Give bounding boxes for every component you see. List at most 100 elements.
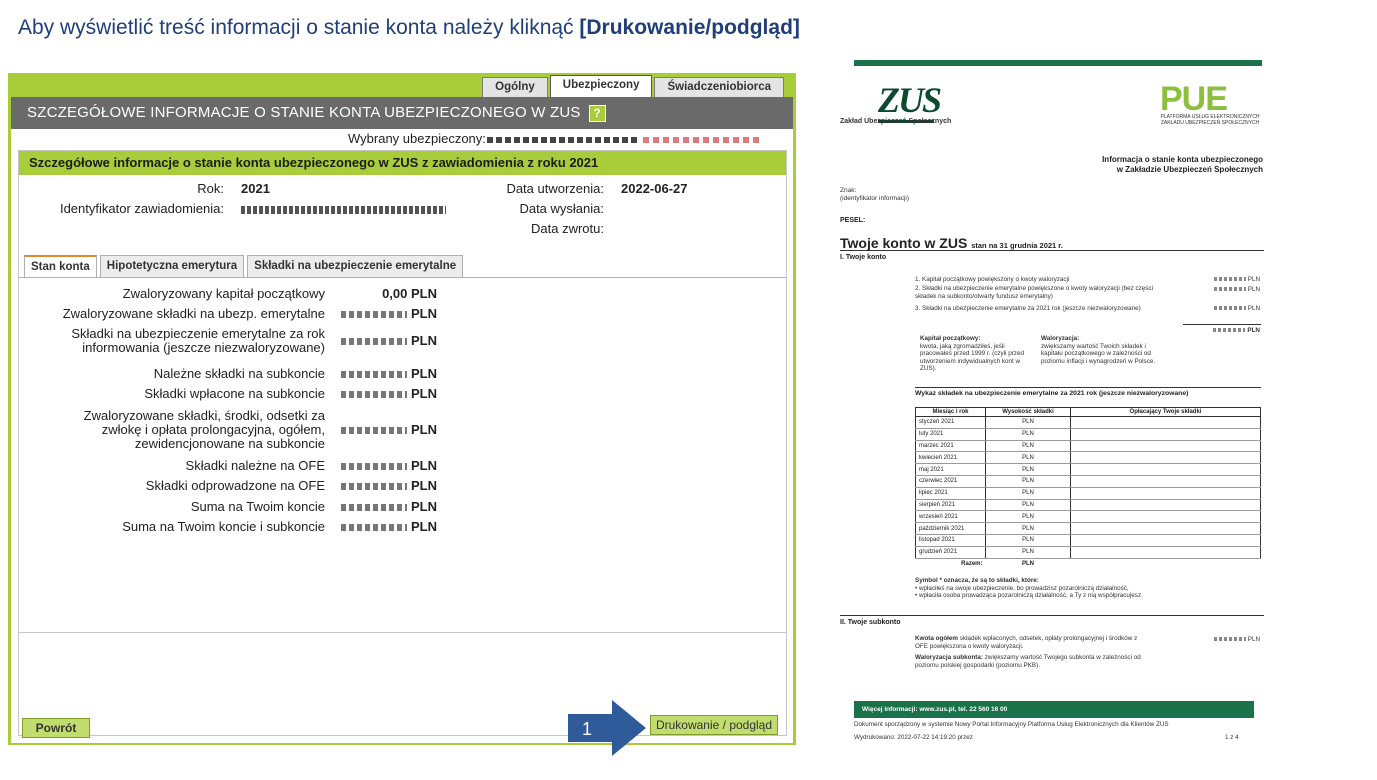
table-header: Miesiąc i rok [915,407,986,417]
tab-ubezpieczony[interactable]: Ubezpieczony [549,75,653,97]
pue-text: PLATFORMA USŁUG ELEKTRONICZNYCH ZAKŁADU … [1160,114,1260,126]
row-label: Suma na Twoim koncie i subkoncie [122,519,325,534]
app-content: SZCZEGÓŁOWE INFORMACJE O STANIE KONTA UB… [11,97,793,743]
table-row: lipiec 2021 PLN [915,487,1261,500]
row-label: Składki odprowadzone na OFE [145,478,325,493]
doc-znak: Znak: (identyfikator informacji) [840,187,909,202]
notification-id-label: Identyfikator zawiadomienia: [59,201,224,216]
account-app-window: Ogólny Ubezpieczony Świadczeniobiorca SZ… [8,73,796,745]
doc-divider [915,387,1261,388]
doc-kapital-note: Kapitał początkowy: kwota, jaką zgromadzi… [920,335,1024,372]
print-preview-button[interactable]: Drukowanie / podgląd [650,715,778,735]
doc-wykaz-title: Wykaz składek na ubezpieczenie emerytaln… [915,390,1189,397]
doc-header-title: Informacja o stanie konta ubezpieczonego… [1102,155,1263,174]
zus-logo: ZUS [878,80,942,120]
tab-ogolny[interactable]: Ogólny [482,77,548,97]
selected-insured-value-redacted [487,131,787,145]
doc-item-1: 1. Kapitał początkowy powiększony o kwot… [915,276,1070,283]
row-value: PLN [329,500,437,514]
back-button[interactable]: Powrót [22,718,90,738]
created-date-value: 2022-06-27 [621,181,688,196]
table-row: kwiecień 2021 PLN [915,451,1261,465]
notification-id-redacted [241,206,446,214]
doc-waloryzacja-note: Waloryzacja: zwiększamy wartość Twoich sk… [1041,335,1156,365]
doc-sum-value: PLN [1178,327,1260,334]
help-icon[interactable]: ? [588,104,606,122]
subtab-hipotetyczna-emerytura[interactable]: Hipotetyczna emerytura [99,255,245,277]
tab-swiadczeniobiorca[interactable]: Świadczeniobiorca [654,77,784,97]
row-value: PLN [329,307,437,321]
selected-insured-label: Wybrany ubezpieczony: [348,131,486,146]
row-value: PLN [329,459,437,473]
row-label: Suma na Twoim koncie [190,499,325,514]
row-value: PLN [329,387,437,401]
table-row: sierpień 2021 PLN [915,499,1261,512]
row-value: PLN [329,334,437,348]
table-row: wrzesień 2021 PLN [915,510,1261,524]
section-title: Szczegółowe informacje o stanie konta ub… [19,151,786,175]
rok-value: 2021 [241,181,270,196]
table-header: Wysokość składki [985,407,1071,417]
table-row-total: Razem: PLN [961,561,1034,568]
doc-item-3-value: PLN [1198,305,1260,312]
doc-item-1-value: PLN [1198,276,1260,283]
slide-title-bold: [Drukowanie/podgląd] [579,16,800,39]
row-label: Składki wpłacone na subkoncie [144,386,325,401]
sent-date-label: Data wysłania: [519,201,604,216]
doc-item-2-value: PLN [1198,286,1260,293]
callout-number: 1 [582,719,593,739]
selected-insured-row: Wybrany ubezpieczony: [11,131,793,147]
table-row: maj 2021 PLN [915,463,1261,476]
table-row: listopad 2021 PLN [915,534,1261,547]
slide-title-plain: Aby wyświetlić treść informacji o stanie… [18,16,580,39]
row-value: 0,00 PLN [382,286,437,301]
doc-heading: Twoje konto w ZUS stan na 31 grudnia 202… [840,235,1063,251]
document-preview: ZUS Zakład Ubezpieczeń Społecznych PUE P… [838,57,1268,757]
row-value: PLN [329,423,437,437]
doc-section-1: I. Twoje konto [840,254,887,261]
row-value: PLN [329,520,437,534]
rok-label: Rok: [197,181,224,196]
table-header: Opłacający Twoje składki [1070,407,1261,417]
table-row: luty 2021 PLN [915,428,1261,441]
details-section: Szczegółowe informacje o stanie konta ub… [18,150,787,736]
return-date-label: Data zwrotu: [531,221,604,236]
doc-divider [840,615,1264,616]
subtab-stan-konta[interactable]: Stan konta [24,255,97,277]
app-header: SZCZEGÓŁOWE INFORMACJE O STANIE KONTA UB… [11,97,793,129]
doc-walsub-note: Waloryzacja subkonta: zwiększamy wartość… [915,654,1141,669]
row-label: Składki należne na OFE [185,458,325,473]
doc-sum-line [1183,324,1261,325]
row-value: PLN [329,367,437,381]
row-label: Zwaloryzowane składki, środki, odsetki z… [83,408,325,451]
page-title: SZCZEGÓŁOWE INFORMACJE O STANIE KONTA UB… [27,104,581,121]
subtab-divider [19,277,786,278]
doc-kwota-note: Kwota ogółem składek wpłaconych, odsetek… [915,635,1138,650]
slide-title: Aby wyświetlić treść informacji o stanie… [18,16,800,40]
doc-top-bar [854,60,1262,66]
row-label: Zwaloryzowany kapitał początkowy [122,286,325,301]
subtab-skladki[interactable]: Składki na ubezpieczenie emerytalne [247,255,464,277]
content-divider [19,632,786,633]
doc-contributions-table: Miesiąc i rok Wysokość składki Opłacając… [915,407,1261,570]
doc-symbol-note: Symbol * oznacza, że są to składki, któr… [915,577,1143,599]
doc-divider [840,250,1264,251]
table-row: październik 2021 PLN [915,522,1261,535]
row-label: Należne składki na subkoncie [153,366,325,381]
table-row: marzec 2021 PLN [915,440,1261,453]
doc-item-2: 2. Składki na ubezpieczenie emerytalne p… [915,285,1153,300]
doc-pesel: PESEL: [840,217,866,224]
table-row: grudzień 2021 PLN [915,546,1261,559]
table-row: czerwiec 2021 PLN [915,475,1261,488]
main-tabs: Ogólny Ubezpieczony Świadczeniobiorca [482,75,784,97]
subtabs: Stan konta Hipotetyczna emerytura Składk… [24,255,464,277]
doc-kwota-value: PLN [1178,636,1260,643]
doc-footer-line1: Dokument sporządzony w systemie Nowy Por… [854,721,1169,728]
zus-name: Zakład Ubezpieczeń Społecznych [840,118,952,125]
doc-page-number: 1 z 4 [1225,734,1239,741]
callout-arrow-icon [568,700,646,756]
doc-item-3: 3. Składki na ubezpieczenie emerytalne z… [915,305,1141,312]
created-date-label: Data utworzenia: [506,181,604,196]
doc-section-2: II. Twoje subkonto [840,619,901,626]
row-label: Składki na ubezpieczenie emerytalne za r… [71,326,325,355]
